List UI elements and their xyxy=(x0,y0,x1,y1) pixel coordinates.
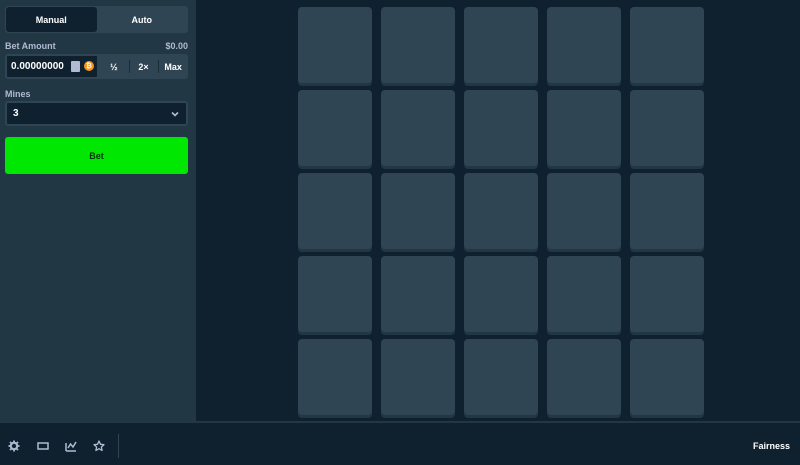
tab-auto[interactable]: Auto xyxy=(97,7,188,32)
mine-tile[interactable] xyxy=(547,173,621,249)
mine-tile[interactable] xyxy=(381,339,455,415)
mine-tile[interactable] xyxy=(464,339,538,415)
bet-button[interactable]: Bet xyxy=(5,137,188,174)
favorite-star-icon[interactable] xyxy=(93,440,105,452)
mines-select[interactable]: 3 xyxy=(5,101,188,126)
bet-amount-label-row: Bet Amount $0.00 xyxy=(5,41,188,51)
half-bet-button[interactable]: ½ xyxy=(99,54,129,79)
footer-divider xyxy=(118,434,119,458)
mine-tile[interactable] xyxy=(298,256,372,332)
mine-tile[interactable] xyxy=(547,90,621,166)
mine-tile[interactable] xyxy=(630,339,704,415)
mine-tile[interactable] xyxy=(547,256,621,332)
mine-tile[interactable] xyxy=(547,339,621,415)
footer-bar: Fairness xyxy=(0,421,800,465)
mine-tile[interactable] xyxy=(381,90,455,166)
max-bet-button[interactable]: Max xyxy=(158,54,188,79)
spinner-icon[interactable] xyxy=(71,61,80,72)
mines-label: Mines xyxy=(5,89,31,99)
mine-tile[interactable] xyxy=(630,7,704,83)
mine-tile[interactable] xyxy=(464,256,538,332)
bet-amount-controls: ₿ ½ 2× Max xyxy=(5,54,188,79)
mine-tile[interactable] xyxy=(464,90,538,166)
mine-tile[interactable] xyxy=(381,7,455,83)
theater-mode-icon[interactable] xyxy=(37,440,49,452)
stats-icon[interactable] xyxy=(65,440,77,452)
mine-tile[interactable] xyxy=(298,90,372,166)
mines-selected-value: 3 xyxy=(13,108,19,119)
fairness-link[interactable]: Fairness xyxy=(753,441,790,451)
mines-label-row: Mines xyxy=(5,89,188,99)
mine-tile[interactable] xyxy=(381,256,455,332)
mine-tile[interactable] xyxy=(298,339,372,415)
bet-amount-input[interactable] xyxy=(11,61,71,72)
mine-tile[interactable] xyxy=(464,7,538,83)
mine-tile[interactable] xyxy=(547,7,621,83)
bet-amount-field: ₿ xyxy=(5,54,99,79)
bet-amount-usd: $0.00 xyxy=(165,41,188,51)
mode-tabs: Manual Auto xyxy=(5,6,188,33)
chevron-down-icon xyxy=(171,111,179,117)
mine-tile[interactable] xyxy=(298,173,372,249)
mine-tile[interactable] xyxy=(630,256,704,332)
mines-board xyxy=(298,7,706,418)
mine-tile[interactable] xyxy=(381,173,455,249)
game-sidebar: Manual Auto Bet Amount $0.00 ₿ ½ 2× Max … xyxy=(0,0,196,421)
mine-tile[interactable] xyxy=(630,90,704,166)
tab-manual[interactable]: Manual xyxy=(6,7,97,32)
bet-amount-label: Bet Amount xyxy=(5,41,56,51)
mine-tile[interactable] xyxy=(630,173,704,249)
mine-tile[interactable] xyxy=(298,7,372,83)
mine-tile[interactable] xyxy=(464,173,538,249)
settings-icon[interactable] xyxy=(8,440,20,452)
bitcoin-icon: ₿ xyxy=(84,61,94,71)
double-bet-button[interactable]: 2× xyxy=(128,54,159,79)
